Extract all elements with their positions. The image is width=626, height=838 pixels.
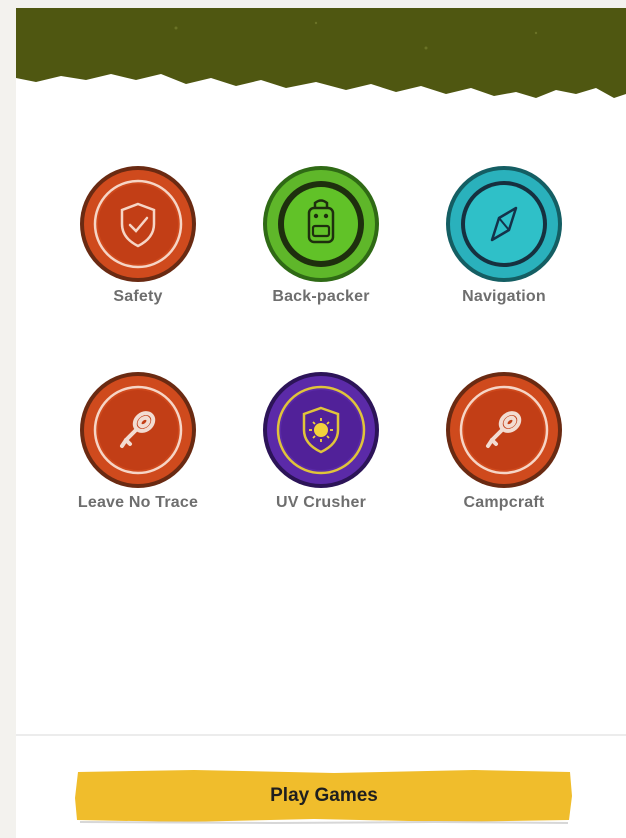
badge-patch (446, 166, 562, 282)
badge-patch (80, 166, 196, 282)
badge-safety[interactable]: Safety (63, 164, 213, 306)
badge-label: Navigation (462, 288, 546, 305)
badge-leave-no-trace[interactable]: Leave No Trace (63, 370, 213, 512)
badge-label: Campcraft (463, 494, 545, 511)
badge-label: UV Crusher (275, 494, 367, 511)
badge-patch (446, 372, 562, 488)
app-screen: Safety Back-packer Navigation Leave No T… (16, 8, 626, 838)
play-games-label: Play Games (270, 785, 378, 806)
badge-navigation[interactable]: Navigation (429, 164, 579, 306)
badge-backpacker[interactable]: Back-packer (246, 164, 396, 306)
badge-patch (263, 166, 379, 282)
play-games-button[interactable]: Play Games (74, 768, 574, 824)
badge-label: Safety (113, 288, 163, 305)
badge-label: Leave No Trace (77, 494, 199, 511)
badge-label: Back-packer (272, 288, 370, 305)
badge-patch (263, 372, 379, 488)
badge-campcraft[interactable]: Campcraft (429, 370, 579, 512)
badge-patch (80, 372, 196, 488)
badge-uv-crusher[interactable]: UV Crusher (246, 370, 396, 512)
header-banner (16, 8, 626, 98)
footer-divider (16, 734, 626, 736)
